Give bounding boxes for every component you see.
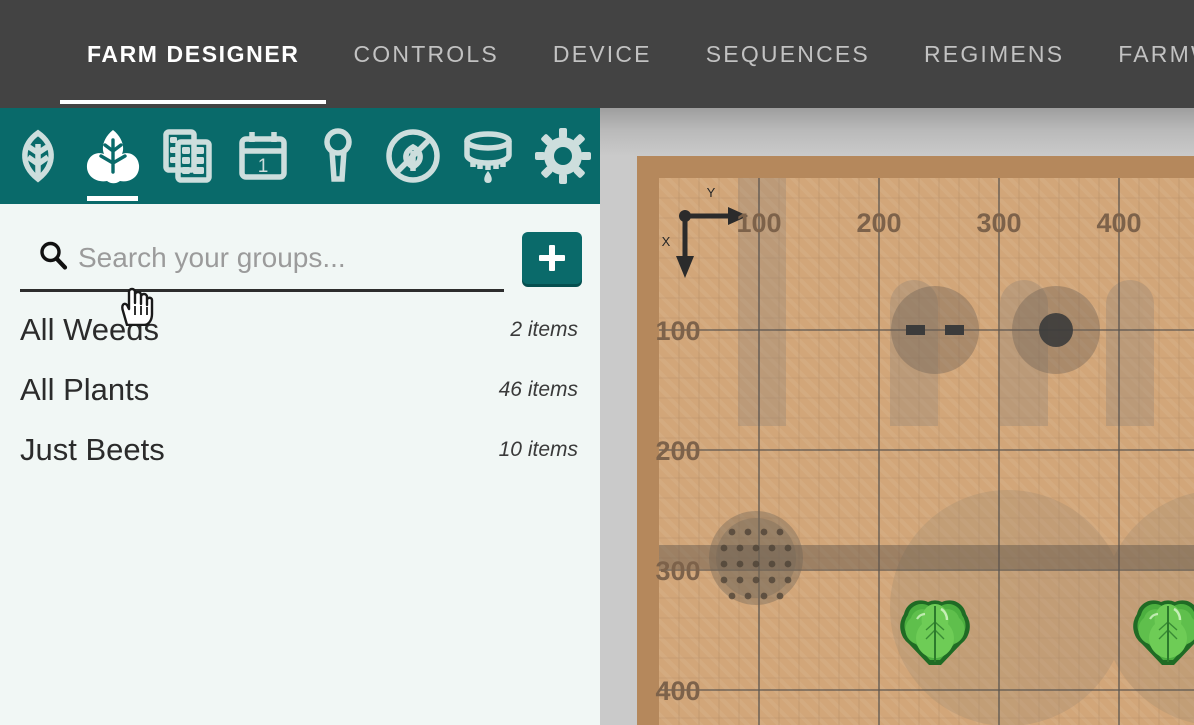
- weed-icon: [384, 127, 442, 185]
- nav-item-label: SEQUENCES: [705, 40, 870, 67]
- y-tick-200: 200: [655, 436, 700, 466]
- group-list: All Weeds 2 items All Plants 46 items Ju…: [0, 300, 600, 480]
- tool-plants[interactable]: [0, 108, 75, 204]
- map-top-shadow: [600, 108, 1194, 156]
- svg-text:1: 1: [257, 156, 268, 177]
- y-tick-300: 300: [655, 556, 700, 586]
- group-count: 2 items: [510, 318, 578, 341]
- nav-item-farm-designer[interactable]: FARM DESIGNER: [60, 0, 327, 108]
- group-name: All Plants: [20, 372, 150, 407]
- nav-item-label: REGIMENS: [923, 40, 1065, 67]
- garden-map-plot: Y X 100 200 300 400 100 200 300 400: [655, 178, 1194, 725]
- map-axes: Y X: [662, 185, 748, 278]
- group-name: All Weeds: [20, 312, 159, 347]
- plus-icon-horizontal: [539, 255, 565, 261]
- nav-item-list: FARM DESIGNER CONTROLS DEVICE SEQUENCES …: [60, 0, 1194, 108]
- weeder-tool: [891, 286, 979, 374]
- group-list-item-all-plants[interactable]: All Plants 46 items: [0, 360, 600, 420]
- nav-item-controls[interactable]: CONTROLS: [326, 0, 525, 108]
- garden-map[interactable]: Y X 100 200 300 400 100 200 300 400: [600, 108, 1194, 725]
- nav-item-device[interactable]: DEVICE: [526, 0, 679, 108]
- farm-designer-app: FARM DESIGNER CONTROLS DEVICE SEQUENCES …: [0, 0, 1194, 725]
- tool-watering[interactable]: [450, 108, 525, 204]
- grid-tray-icon: [161, 127, 215, 185]
- axis-label-x: X: [662, 234, 671, 249]
- group-name: Just Beets: [20, 432, 165, 467]
- tool-groups[interactable]: [75, 108, 150, 204]
- axis-label-y: Y: [707, 185, 716, 200]
- x-tick-200: 200: [856, 208, 901, 238]
- nav-item-farmware[interactable]: FARMWARE: [1091, 0, 1194, 108]
- seed-injector-tool: [1012, 286, 1100, 374]
- group-count: 10 items: [498, 438, 578, 461]
- leaf-group-icon: [83, 127, 143, 185]
- leaf-icon: [12, 128, 64, 184]
- watering-icon: [460, 127, 516, 185]
- designer-tool-bar: 1: [0, 108, 600, 204]
- tool-settings[interactable]: [525, 108, 600, 204]
- gear-icon: [534, 128, 591, 184]
- nav-item-label: FARMWARE: [1118, 40, 1194, 67]
- seed-tray-tool: [709, 511, 803, 605]
- tool-weeds[interactable]: [375, 108, 450, 204]
- group-list-item-just-beets[interactable]: Just Beets 10 items: [0, 420, 600, 480]
- tool-points[interactable]: [300, 108, 375, 204]
- tool-events[interactable]: 1: [225, 108, 300, 204]
- nav-item-label: DEVICE: [552, 40, 652, 67]
- calendar-icon: 1: [236, 128, 290, 184]
- search-input[interactable]: [78, 241, 504, 274]
- top-navigation-bar: FARM DESIGNER CONTROLS DEVICE SEQUENCES …: [0, 0, 1194, 108]
- y-tick-400: 400: [655, 676, 700, 706]
- x-tick-100: 100: [736, 208, 781, 238]
- group-list-item-all-weeds[interactable]: All Weeds 2 items: [0, 300, 600, 360]
- add-group-button[interactable]: [522, 232, 582, 284]
- group-count: 46 items: [498, 378, 578, 401]
- x-tick-400: 400: [1096, 208, 1141, 238]
- search-icon: [38, 240, 68, 275]
- nav-item-regimens[interactable]: REGIMENS: [897, 0, 1091, 108]
- nav-item-label: CONTROLS: [353, 40, 499, 67]
- nav-item-sequences[interactable]: SEQUENCES: [679, 0, 897, 108]
- nav-item-label: FARM DESIGNER: [87, 40, 300, 67]
- search-row: [0, 204, 600, 300]
- search-box[interactable]: [20, 226, 504, 292]
- y-tick-100: 100: [655, 316, 700, 346]
- x-tick-300: 300: [976, 208, 1021, 238]
- map-pin-icon: [318, 127, 358, 185]
- groups-panel: 1 Search your groups... All Weeds 2 item…: [0, 108, 600, 725]
- tool-garden-map[interactable]: [150, 108, 225, 204]
